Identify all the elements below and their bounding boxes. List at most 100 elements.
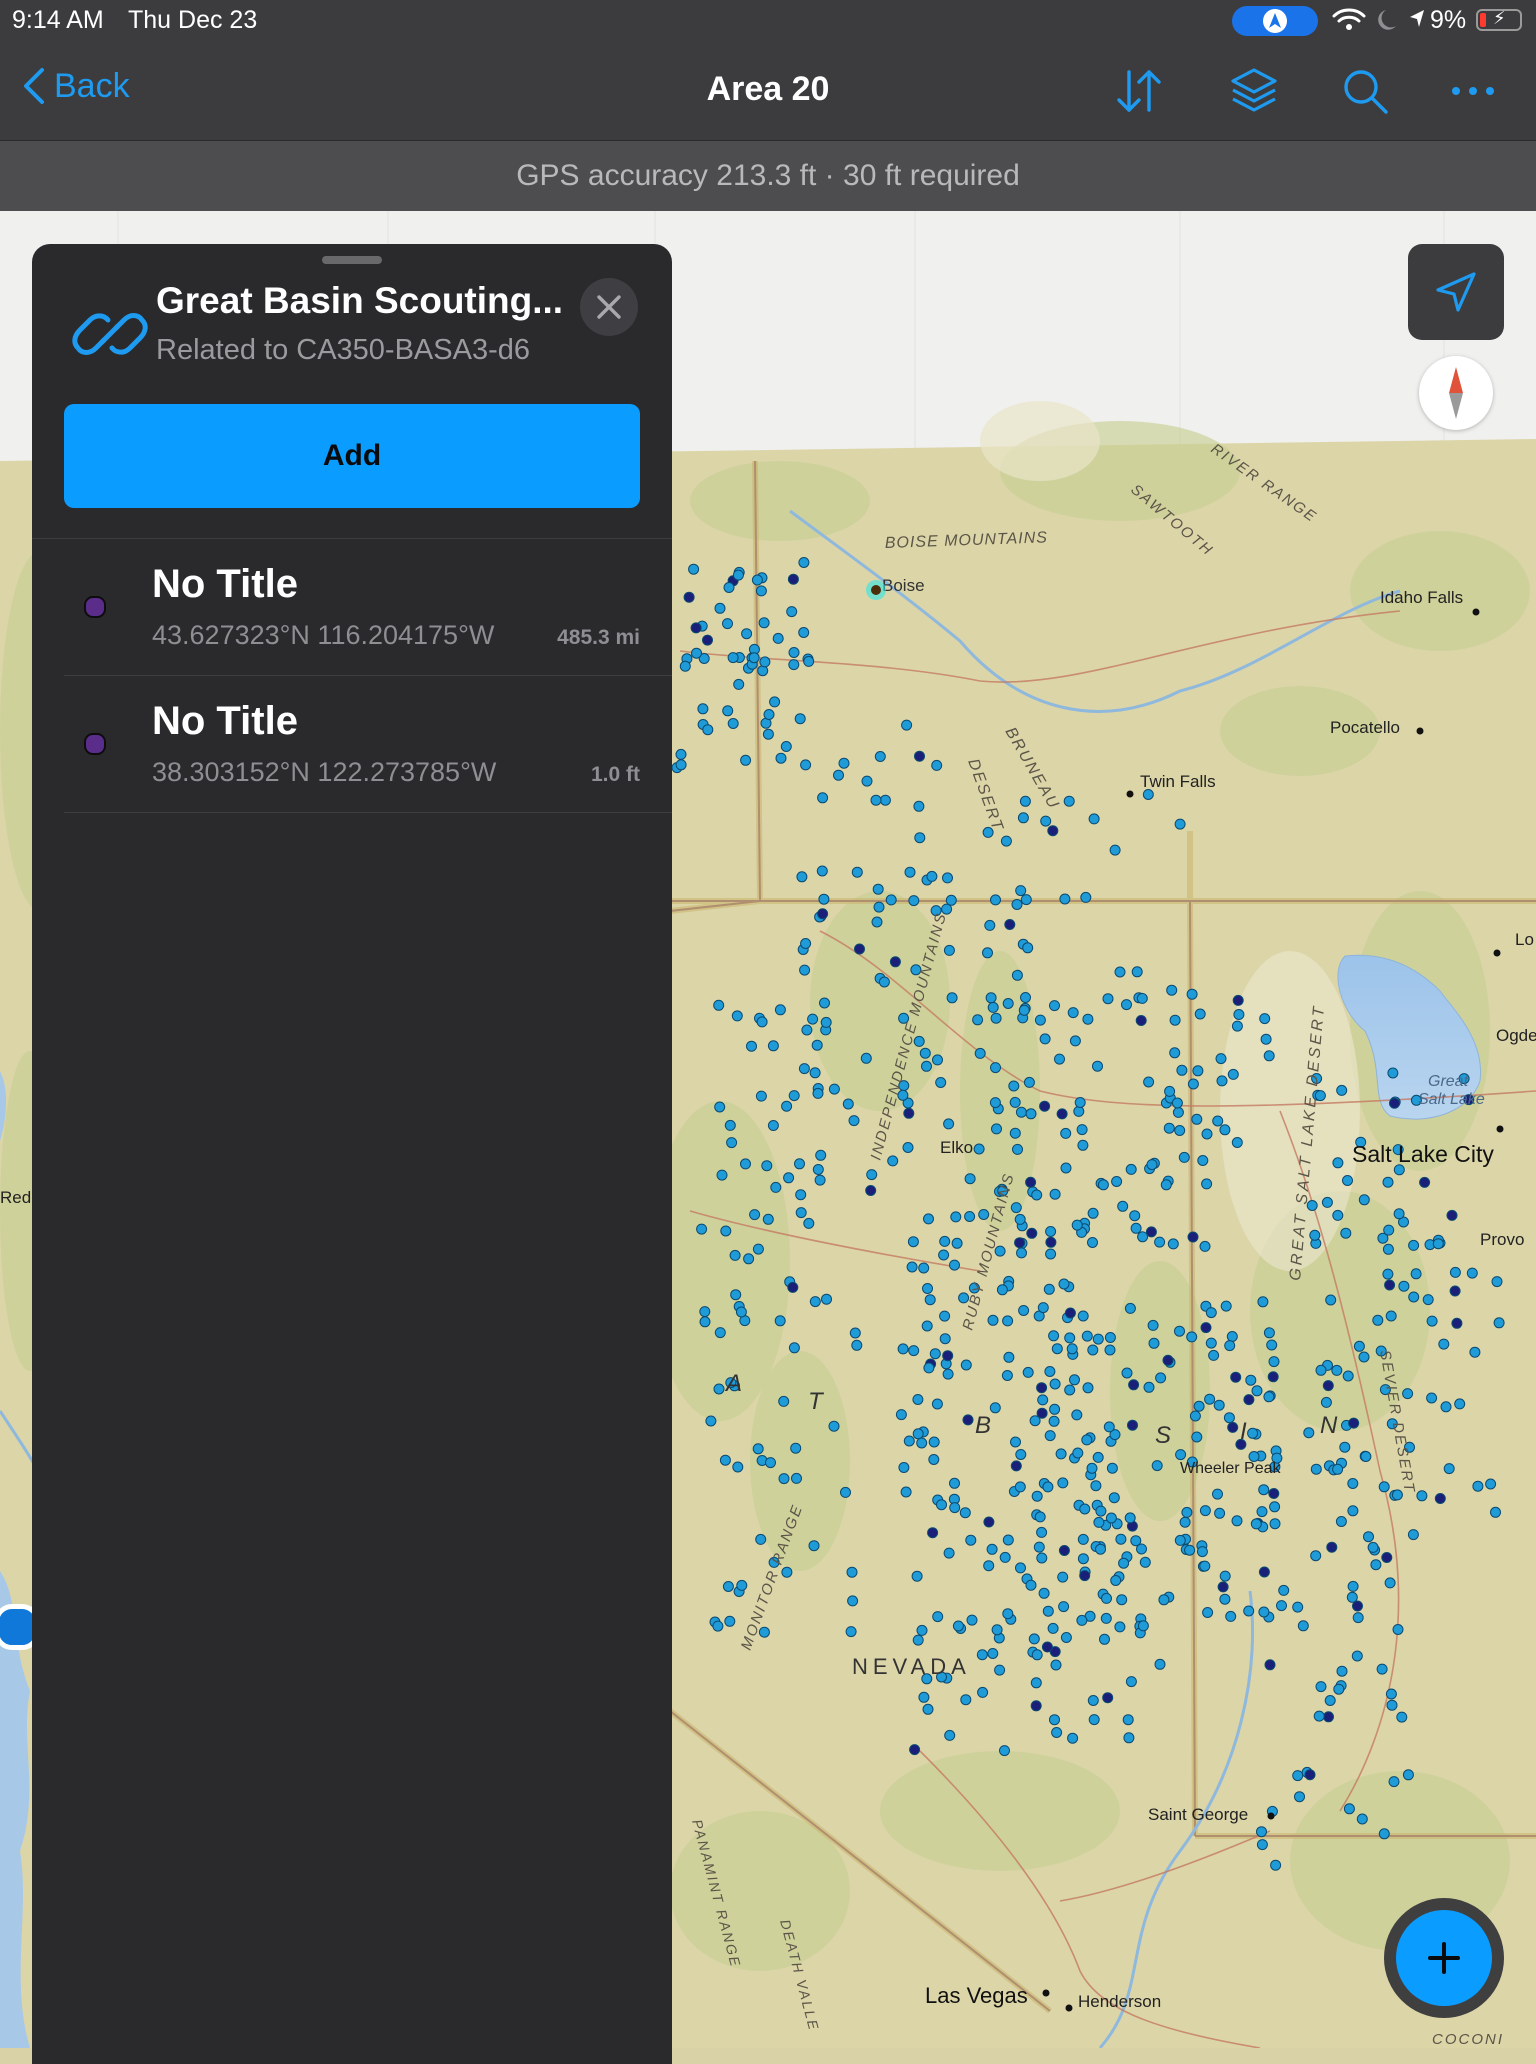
map-feature-point[interactable]: [722, 1581, 734, 1592]
map-feature-point[interactable]: [1148, 1337, 1160, 1349]
map-feature-point[interactable]: [759, 656, 771, 668]
map-feature-point[interactable]: [1386, 1699, 1398, 1711]
map-feature-point[interactable]: [1259, 1013, 1271, 1025]
map-feature-point[interactable]: [1352, 1612, 1364, 1624]
map-feature-point[interactable]: [1332, 1209, 1344, 1221]
map-feature-point[interactable]: [931, 1398, 943, 1410]
map-feature-point[interactable]: [942, 1350, 954, 1362]
map-feature-point[interactable]: [1172, 1106, 1184, 1118]
map-feature-point[interactable]: [1090, 1480, 1102, 1492]
map-feature-point[interactable]: [1263, 1050, 1275, 1062]
map-feature-point[interactable]: [1058, 1278, 1070, 1290]
map-feature-point[interactable]: [1036, 1552, 1048, 1564]
map-feature-point[interactable]: [1045, 1236, 1057, 1248]
map-feature-point[interactable]: [798, 1063, 810, 1075]
map-feature-point[interactable]: [1087, 1695, 1099, 1706]
map-feature-point[interactable]: [1131, 966, 1143, 978]
map-feature-point[interactable]: [1002, 1534, 1014, 1546]
map-feature-point[interactable]: [973, 1143, 985, 1155]
map-feature-point[interactable]: [913, 800, 925, 812]
map-feature-point[interactable]: [1257, 1296, 1269, 1308]
map-feature-point[interactable]: [1187, 1078, 1199, 1090]
map-feature-point[interactable]: [1022, 942, 1034, 954]
map-feature-point[interactable]: [1353, 1340, 1365, 1352]
locate-button[interactable]: [1408, 244, 1504, 340]
map-feature-point[interactable]: [1079, 1503, 1091, 1515]
map-feature-point[interactable]: [752, 1443, 764, 1455]
map-feature-point[interactable]: [763, 709, 775, 720]
map-feature-point[interactable]: [1194, 1008, 1206, 1020]
map-feature-point[interactable]: [1360, 1451, 1372, 1462]
map-feature-point[interactable]: [1304, 1769, 1316, 1781]
map-feature-point[interactable]: [1315, 1681, 1327, 1693]
map-feature-point[interactable]: [1008, 1080, 1020, 1092]
map-feature-point[interactable]: [849, 1327, 861, 1339]
map-feature-point[interactable]: [923, 1213, 934, 1225]
map-feature-point[interactable]: [873, 901, 885, 913]
map-feature-point[interactable]: [912, 1428, 924, 1440]
map-feature-point[interactable]: [928, 1436, 940, 1448]
map-feature-point[interactable]: [909, 1744, 921, 1756]
map-feature-point[interactable]: [1042, 1481, 1054, 1493]
map-feature-point[interactable]: [816, 865, 828, 877]
map-feature-point[interactable]: [820, 1016, 832, 1028]
map-feature-point[interactable]: [1127, 1419, 1138, 1431]
map-feature-point[interactable]: [1174, 818, 1186, 830]
map-feature-point[interactable]: [1336, 1665, 1348, 1677]
map-feature-point[interactable]: [1174, 1125, 1186, 1136]
map-feature-point[interactable]: [942, 1368, 954, 1380]
map-feature-point[interactable]: [705, 1415, 717, 1427]
map-feature-point[interactable]: [986, 1543, 998, 1555]
map-feature-point[interactable]: [1197, 1155, 1209, 1166]
map-feature-point[interactable]: [1214, 1507, 1226, 1519]
map-feature-point[interactable]: [1099, 1633, 1110, 1645]
map-feature-point[interactable]: [1045, 1226, 1057, 1237]
map-feature-point[interactable]: [1012, 1143, 1023, 1155]
map-feature-point[interactable]: [922, 1283, 933, 1294]
map-feature-point[interactable]: [795, 1189, 807, 1201]
map-feature-point[interactable]: [1321, 1196, 1333, 1208]
map-feature-point[interactable]: [679, 660, 691, 672]
map-feature-point[interactable]: [918, 1262, 930, 1274]
map-feature-point[interactable]: [990, 1012, 1002, 1024]
map-feature-point[interactable]: [1385, 1310, 1397, 1322]
map-feature-point[interactable]: [719, 1454, 731, 1466]
map-feature-point[interactable]: [1073, 1105, 1085, 1117]
map-feature-point[interactable]: [767, 1040, 779, 1052]
map-feature-point[interactable]: [1313, 1710, 1325, 1722]
map-feature-point[interactable]: [1200, 1322, 1212, 1334]
map-feature-point[interactable]: [1392, 1624, 1404, 1635]
map-feature-point[interactable]: [828, 1420, 840, 1432]
map-feature-point[interactable]: [1041, 1641, 1053, 1653]
map-feature-point[interactable]: [1047, 1622, 1059, 1634]
map-feature-point[interactable]: [942, 872, 953, 884]
map-feature-point[interactable]: [1191, 1431, 1203, 1443]
map-feature-point[interactable]: [1123, 1732, 1135, 1744]
map-feature-point[interactable]: [741, 628, 753, 640]
map-feature-point[interactable]: [929, 1348, 941, 1360]
map-feature-point[interactable]: [787, 1281, 799, 1293]
map-feature-point[interactable]: [1434, 1493, 1446, 1504]
map-feature-point[interactable]: [714, 1327, 726, 1339]
map-feature-point[interactable]: [964, 1173, 976, 1185]
map-feature-point[interactable]: [1490, 1506, 1501, 1518]
map-feature-point[interactable]: [762, 728, 774, 740]
map-feature-point[interactable]: [1064, 1384, 1076, 1396]
map-feature-point[interactable]: [903, 1435, 915, 1447]
map-feature-point[interactable]: [1212, 1488, 1223, 1500]
map-feature-point[interactable]: [1225, 1610, 1237, 1622]
map-feature-point[interactable]: [1202, 1607, 1214, 1618]
map-feature-point[interactable]: [1015, 1562, 1026, 1574]
map-feature-point[interactable]: [904, 866, 916, 878]
map-feature-point[interactable]: [838, 757, 850, 769]
map-feature-point[interactable]: [921, 1320, 933, 1332]
map-feature-point[interactable]: [729, 1249, 741, 1261]
map-feature-point[interactable]: [736, 1579, 748, 1591]
map-feature-point[interactable]: [808, 1540, 820, 1552]
map-feature-point[interactable]: [921, 1060, 932, 1072]
map-feature-point[interactable]: [847, 1595, 859, 1607]
map-feature-point[interactable]: [809, 1067, 821, 1079]
map-feature-point[interactable]: [727, 652, 739, 664]
list-item[interactable]: No Title 43.627323°N 116.204175°W 485.3 …: [32, 540, 672, 676]
map-feature-point[interactable]: [1000, 835, 1012, 847]
